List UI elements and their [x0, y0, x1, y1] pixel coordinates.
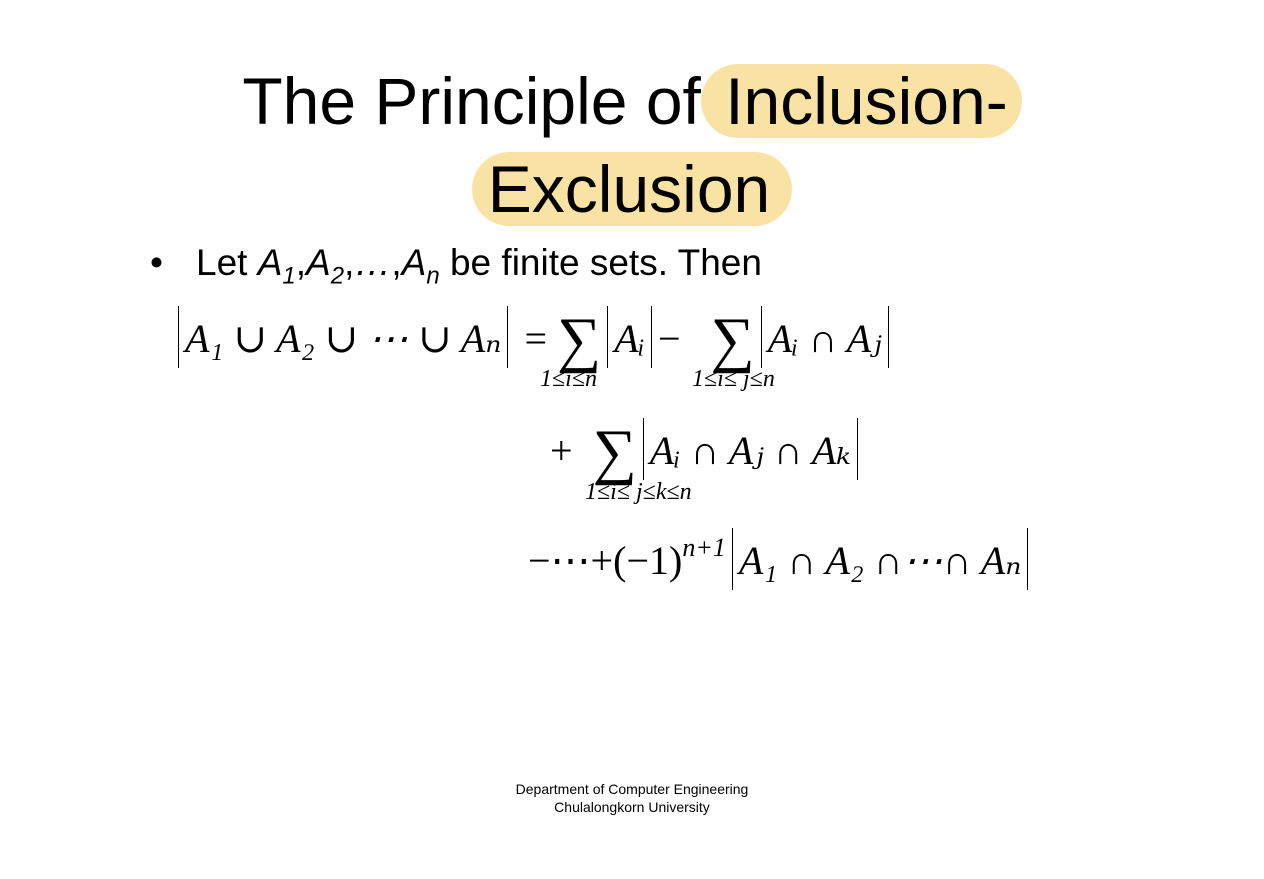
sum-sign-2: ∑ [710, 306, 755, 374]
slide-title-line-1: The Principle of Inclusion- [0, 57, 1264, 145]
sum-sign-1: ∑ [557, 306, 602, 374]
footer-university: Chulalongkorn University [554, 799, 710, 815]
sum1-term: Aᵢ [614, 316, 645, 361]
sum3-term: Aᵢ ∩ Aⱼ ∩ Aₖ [649, 428, 851, 473]
formula-lhs: A₁ ∪ A₂ ∪ ⋯ ∪ Aₙ [185, 316, 502, 361]
formula-line-1: A₁ ∪ A₂ ∪ ⋯ ∪ Aₙ = ∑ Aᵢ − ∑ Aᵢ ∩ Aⱼ [172, 306, 895, 371]
set-a1: A1 [257, 242, 296, 290]
formula-line-3: −⋯+(−1)n+1 A₁ ∩ A₂ ∩⋯∩ Aₙ [528, 528, 1034, 590]
bullet-point: • Let A1,A2,…,An be finite sets. Then [150, 238, 762, 301]
sum1-limit: 1≤i≤n [540, 366, 598, 392]
slide: The Principle of Inclusion- Exclusion • L… [0, 0, 1264, 879]
sum3-limit: 1≤i≤ j≤k≤n [585, 479, 692, 505]
formula-plus: + [550, 428, 573, 473]
footer-department: Department of Computer Engineering [515, 781, 749, 797]
formula-line-2: + ∑ Aᵢ ∩ Aⱼ ∩ Aₖ [550, 418, 864, 483]
sum2-limit: 1≤i≤ j≤n [692, 366, 775, 392]
slide-title-line-2: Exclusion [0, 145, 1264, 233]
formula-line3-term: A₁ ∩ A₂ ∩⋯∩ Aₙ [738, 538, 1022, 583]
title-prefix: The Principle of [242, 64, 701, 138]
bullet-text-after: be finite sets. Then [449, 242, 762, 283]
bullet-marker: • [150, 242, 163, 283]
set-a2: A2 [306, 242, 345, 290]
sum2-term: Aᵢ ∩ Aⱼ [767, 316, 882, 361]
title-highlight-1: Inclusion- [700, 64, 1022, 138]
formula-exponent: n+1 [682, 533, 726, 562]
bullet-text-before: Let [196, 242, 248, 283]
sum-sign-3: ∑ [592, 418, 637, 486]
title-highlight-2: Exclusion [471, 152, 793, 226]
ellipsis: … [354, 242, 392, 283]
formula-equals: = [524, 316, 547, 361]
set-an: An [401, 242, 440, 290]
formula-minus: − [657, 316, 681, 361]
formula-line3-prefix: −⋯+(−1) [528, 538, 683, 583]
